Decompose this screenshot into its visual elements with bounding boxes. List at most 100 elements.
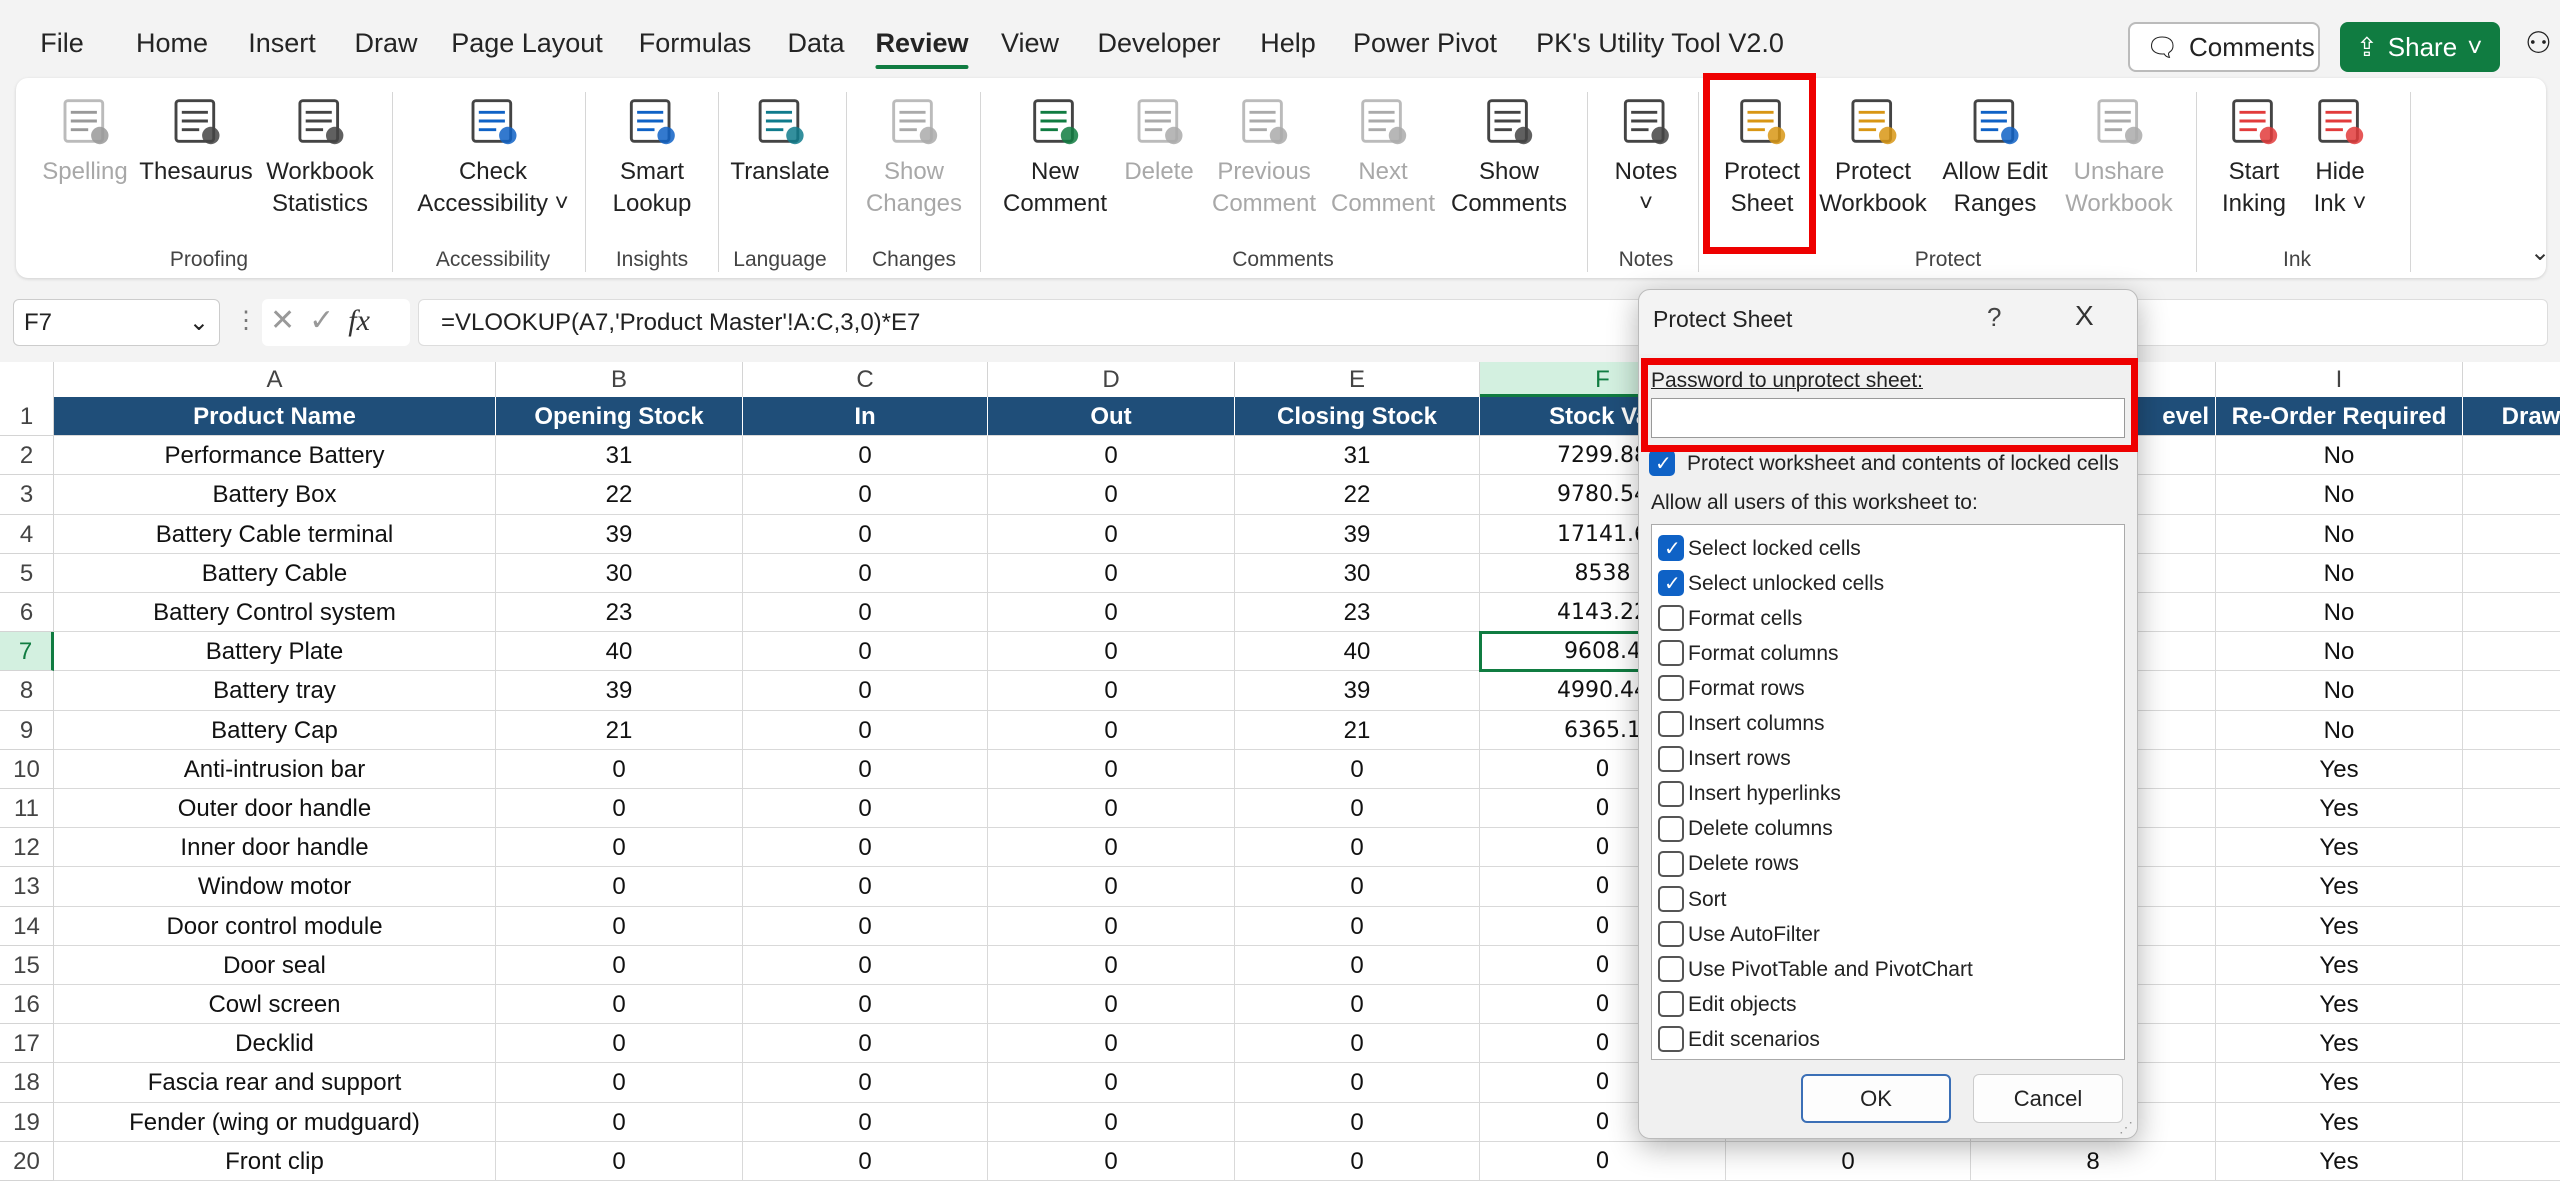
cancel-button[interactable]: Cancel	[1973, 1074, 2123, 1123]
table-cell[interactable]: Decklid	[54, 1024, 496, 1064]
table-cell[interactable]: Yes	[2216, 789, 2463, 829]
table-cell[interactable]: Performance Battery	[54, 436, 496, 476]
table-header-cell[interactable]: Re-Order Required	[2216, 397, 2463, 437]
table-cell[interactable]: No	[2216, 514, 2463, 554]
table-cell[interactable]: 39	[1235, 514, 1480, 554]
ribbon-button-spelling[interactable]: Spelling	[42, 92, 128, 188]
table-cell[interactable]: Yes	[2216, 828, 2463, 868]
row-header[interactable]: 9	[0, 710, 54, 750]
ribbon-button-start-inking[interactable]: Start Inking	[2222, 92, 2286, 220]
table-cell[interactable]	[2463, 789, 2560, 829]
row-header[interactable]: 18	[0, 1063, 54, 1103]
tab-draw[interactable]: Draw	[354, 28, 417, 59]
ribbon-button-translate[interactable]: Translate	[730, 92, 830, 188]
table-cell[interactable]: 0	[1235, 867, 1480, 907]
permission-option[interactable]: Use AutoFilter	[1652, 917, 1820, 952]
ribbon-button-notes[interactable]: Notes ˅	[1615, 92, 1677, 220]
tab-pk-s-utility-tool-v2-0[interactable]: PK's Utility Tool V2.0	[1536, 28, 1784, 59]
table-cell[interactable]: 0	[1235, 828, 1480, 868]
column-header-a[interactable]: A	[54, 362, 496, 397]
table-header-cell[interactable]: Product Name	[54, 397, 496, 437]
table-cell[interactable]: 0	[743, 828, 988, 868]
permission-option[interactable]: Select locked cells	[1652, 531, 1861, 566]
table-cell[interactable]: 0	[988, 553, 1235, 593]
permission-option[interactable]: Insert columns	[1652, 707, 1825, 742]
table-cell[interactable]: 0	[743, 632, 988, 672]
table-cell[interactable]: 39	[496, 514, 743, 554]
table-cell[interactable]: Yes	[2216, 749, 2463, 789]
table-cell[interactable]: 0	[988, 945, 1235, 985]
table-cell[interactable]: Outer door handle	[54, 789, 496, 829]
table-cell[interactable]: 0	[496, 828, 743, 868]
table-cell[interactable]	[2463, 671, 2560, 711]
table-cell[interactable]: 0	[743, 867, 988, 907]
table-cell[interactable]: 21	[496, 710, 743, 750]
table-cell[interactable]: Battery Control system	[54, 593, 496, 633]
row-header[interactable]: 14	[0, 906, 54, 946]
table-cell[interactable]: No	[2216, 710, 2463, 750]
option-checkbox[interactable]	[1658, 640, 1684, 667]
table-cell[interactable]: 0	[1235, 945, 1480, 985]
tab-page-layout[interactable]: Page Layout	[451, 28, 603, 59]
table-cell[interactable]: Yes	[2216, 1024, 2463, 1064]
table-cell[interactable]	[2463, 985, 2560, 1025]
option-checkbox[interactable]	[1658, 605, 1684, 632]
table-cell[interactable]: Window motor	[54, 867, 496, 907]
table-cell[interactable]: 0	[988, 514, 1235, 554]
table-cell[interactable]: 0	[743, 593, 988, 633]
table-cell[interactable]: Yes	[2216, 985, 2463, 1025]
table-cell[interactable]: Door control module	[54, 906, 496, 946]
table-cell[interactable]: 0	[988, 906, 1235, 946]
ribbon-button-unshare-workbook[interactable]: Unshare Workbook	[2065, 92, 2173, 220]
select-all-corner[interactable]	[0, 362, 54, 397]
table-cell[interactable]	[2463, 436, 2560, 476]
table-cell[interactable]	[2463, 1024, 2560, 1064]
table-cell[interactable]	[2463, 515, 2560, 554]
table-cell[interactable]: Front clip	[54, 1141, 496, 1181]
table-cell[interactable]: 0	[496, 1102, 743, 1142]
row-header[interactable]: 4	[0, 514, 54, 554]
table-cell[interactable]: 0	[496, 1063, 743, 1103]
permission-option[interactable]: Edit scenarios	[1652, 1022, 1820, 1057]
share-button[interactable]: ⇪ Share ˅	[2340, 22, 2500, 72]
table-cell[interactable]: 0	[988, 475, 1235, 515]
table-cell[interactable]: No	[2216, 632, 2463, 672]
permission-option[interactable]: Edit objects	[1652, 987, 1797, 1022]
table-cell[interactable]: 40	[496, 632, 743, 672]
table-cell[interactable]: 0	[743, 710, 988, 750]
row-header[interactable]: 16	[0, 985, 54, 1025]
table-cell[interactable]	[2463, 907, 2560, 946]
ok-button[interactable]: OK	[1801, 1074, 1951, 1123]
ribbon-button-hide-ink[interactable]: Hide Ink ˅	[2311, 92, 2369, 220]
permission-option[interactable]: Sort	[1652, 882, 1727, 917]
table-cell[interactable]	[2463, 750, 2560, 789]
table-cell[interactable]: 0	[1235, 1141, 1480, 1181]
column-header-b[interactable]: B	[496, 362, 743, 397]
table-header-cell[interactable]: Draw	[2463, 397, 2560, 437]
protect-contents-checkbox[interactable]	[1649, 450, 1675, 476]
option-checkbox[interactable]	[1658, 815, 1684, 842]
table-cell[interactable]: 22	[496, 475, 743, 515]
table-cell[interactable]: 0	[988, 1024, 1235, 1064]
table-cell[interactable]: 0	[988, 436, 1235, 476]
option-checkbox[interactable]	[1658, 850, 1684, 877]
enter-icon[interactable]: ✓	[309, 304, 348, 337]
table-cell[interactable]: 0	[743, 749, 988, 789]
table-cell[interactable]: 0	[1726, 1141, 1971, 1181]
table-cell[interactable]: 0	[743, 1141, 988, 1181]
table-cell[interactable]	[2463, 475, 2560, 515]
table-cell[interactable]: Cowl screen	[54, 985, 496, 1025]
table-cell[interactable]	[2463, 1063, 2560, 1103]
permission-option[interactable]: Delete columns	[1652, 812, 1833, 847]
tab-home[interactable]: Home	[136, 28, 208, 59]
table-cell[interactable]: Yes	[2216, 945, 2463, 985]
tab-file[interactable]: File	[40, 28, 84, 59]
ribbon-button-next-comment[interactable]: Next Comment	[1331, 92, 1435, 220]
table-cell[interactable]: 0	[988, 1102, 1235, 1142]
table-cell[interactable]: No	[2216, 475, 2463, 515]
row-header[interactable]: 8	[0, 671, 54, 711]
table-cell[interactable]: 0	[743, 1063, 988, 1103]
tab-formulas[interactable]: Formulas	[639, 28, 752, 59]
table-cell[interactable]: 0	[743, 789, 988, 829]
table-cell[interactable]	[2463, 828, 2560, 868]
